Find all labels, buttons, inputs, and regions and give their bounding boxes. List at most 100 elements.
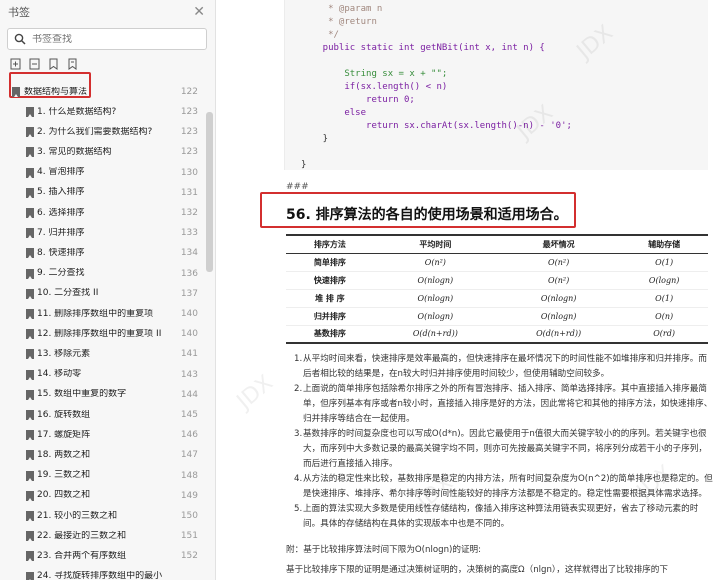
table-cell: O(nlogn) — [496, 307, 621, 326]
note-number: 5. — [294, 504, 303, 514]
bookmark-icon — [26, 329, 34, 340]
bookmark-label: 18. 两数之和 — [37, 449, 91, 460]
bookmark-item[interactable]: 10. 二分查找 II 137 — [0, 284, 206, 304]
table-cell: 基数排序 — [286, 325, 374, 344]
bookmark-label: 14. 移动零 — [37, 369, 82, 380]
table-cell: O(n²) — [373, 253, 497, 272]
bookmark-item[interactable]: 6. 选择排序 132 — [0, 203, 206, 223]
bookmark-icon — [26, 349, 34, 360]
bookmark-icon — [26, 248, 34, 259]
bookmark-label: 10. 二分查找 II — [37, 288, 99, 299]
bookmark-list: 数据结构与算法 122 1. 什么是数据结构? 123 2. 为什么我们需要数据结构… — [0, 80, 206, 580]
note-item: 3. 基数排序的时间复杂度也可以写成O(d*n)。因此它最使用于n值很大而关键字较… — [294, 427, 714, 472]
bookmark-search[interactable] — [7, 28, 207, 50]
bookmark-item[interactable]: 9. 二分查找 136 — [0, 264, 206, 284]
code-line: if(sx.length() < n) — [301, 82, 448, 92]
document-page: * @param n * @return */ public static in… — [216, 0, 720, 580]
bookmark-page: 130 — [180, 167, 198, 178]
add-bookmark-icon[interactable] — [48, 58, 59, 70]
table-row: 基数排序 O(d(n+rd)) O(d(n+rd)) O(rd) — [286, 325, 708, 344]
bookmark-item[interactable]: 11. 删除排序数组中的重复项 140 — [0, 304, 206, 324]
bookmark-label: 3. 常见的数据结构 — [37, 146, 112, 157]
bookmark-page: 134 — [180, 248, 198, 259]
bookmark-item[interactable]: 21. 较小的三数之和 150 — [0, 506, 206, 526]
note-number: 1. — [294, 354, 303, 364]
bookmark-item[interactable]: 2. 为什么我们需要数据结构? 123 — [0, 122, 206, 142]
bookmark-label: 2. 为什么我们需要数据结构? — [37, 126, 153, 137]
note-text: 上面的算法实现大多数是使用线性存储结构，像插入排序这种算法用链表实现更好，省去了… — [303, 504, 699, 529]
bookmark-label: 23. 合并两个有序数组 — [37, 550, 127, 561]
bookmark-label: 17. 螺旋矩阵 — [37, 429, 91, 440]
watermark: JDX — [232, 370, 279, 415]
expand-all-icon[interactable] — [10, 58, 21, 70]
bookmark-icon — [26, 268, 34, 279]
bookmark-item[interactable]: 22. 最接近的三数之和 151 — [0, 526, 206, 546]
bookmark-search-input[interactable] — [32, 33, 202, 45]
table-cell: O(1) — [620, 253, 708, 272]
sidebar-title: 书签 — [8, 6, 30, 19]
table-body: 简单排序 O(n²) O(n²) O(1) 快速排序 O(nlogn) O(n²) O(log… — [286, 253, 708, 344]
bookmark-root[interactable]: 数据结构与算法 122 — [0, 82, 206, 102]
code-line: String sx = x + ""; — [301, 69, 448, 79]
code-line: public static int getNBit(int x, int n) … — [301, 43, 545, 53]
bookmark-page: 141 — [180, 349, 198, 360]
note-text: 上面说的简单排序包括除希尔排序之外的所有冒泡排序、插入排序、简单选择排序。其中直… — [303, 384, 713, 424]
bookmark-options-icon[interactable] — [67, 58, 78, 70]
bookmark-label: 24. 寻找旋转排序数组中的最小 — [37, 571, 163, 580]
bookmark-icon — [26, 369, 34, 380]
close-icon[interactable]: ✕ — [193, 5, 205, 19]
table-cell: O(nlogn) — [496, 289, 621, 308]
bookmark-item[interactable]: 5. 插入排序 131 — [0, 183, 206, 203]
bookmark-icon — [12, 87, 20, 97]
bookmark-item[interactable]: 16. 旋转数组 145 — [0, 405, 206, 425]
bookmark-item[interactable]: 4. 冒泡排序 130 — [0, 163, 206, 183]
table-cell: O(1) — [620, 289, 708, 308]
bookmark-icon — [26, 389, 34, 400]
bookmark-page: 147 — [180, 450, 198, 461]
bookmark-icon — [26, 309, 34, 319]
bookmark-page: 146 — [180, 430, 198, 441]
sidebar-scrollbar[interactable] — [206, 112, 213, 272]
bookmark-page: 123 — [180, 147, 198, 158]
collapse-all-icon[interactable] — [29, 58, 40, 70]
table-cell: O(d(n+rd)) — [496, 325, 621, 344]
bookmark-item[interactable]: 3. 常见的数据结构 123 — [0, 142, 206, 162]
bookmark-item[interactable]: 17. 螺旋矩阵 146 — [0, 425, 206, 445]
bookmark-item[interactable]: 23. 合并两个有序数组 152 — [0, 546, 206, 566]
bookmark-icon — [26, 511, 34, 521]
bookmark-label: 16. 旋转数组 — [37, 409, 91, 420]
bookmark-item[interactable]: 14. 移动零 143 — [0, 365, 206, 385]
section-title: 56. 排序算法的各自的使用场景和适用场合。 — [286, 207, 568, 223]
bookmark-page: 151 — [180, 531, 198, 542]
bookmark-toolbar — [10, 58, 78, 70]
bookmark-item[interactable]: 19. 三数之和 148 — [0, 466, 206, 486]
bookmark-icon — [26, 147, 34, 158]
bookmark-page: 145 — [180, 410, 198, 420]
code-line: * @return — [301, 17, 377, 27]
bookmark-icon — [26, 490, 34, 501]
code-block: * @param n * @return */ public static in… — [284, 0, 708, 170]
bookmark-page: 123 — [180, 127, 198, 138]
appendix-line: 附：基于比较排序算法时间下限为O(nlogn)的证明: — [286, 545, 482, 555]
table-row: 快速排序 O(nlogn) O(n²) O(logn) — [286, 271, 708, 290]
note-item: 2. 上面说的简单排序包括除希尔排序之外的所有冒泡排序、插入排序、简单选择排序。其… — [294, 382, 714, 427]
table-cell: O(nlogn) — [373, 271, 497, 290]
bookmark-item[interactable]: 12. 删除排序数组中的重复项 II 140 — [0, 324, 206, 344]
bookmark-page: 122 — [180, 87, 198, 97]
bookmark-item[interactable]: 7. 归并排序 133 — [0, 223, 206, 243]
bookmark-item[interactable]: 18. 两数之和 147 — [0, 445, 206, 465]
note-number: 4. — [294, 474, 303, 484]
bookmark-item[interactable]: 13. 移除元素 141 — [0, 344, 206, 364]
bookmark-icon — [26, 410, 34, 420]
bookmark-item[interactable]: 15. 数组中重复的数字 144 — [0, 385, 206, 405]
bookmark-page: 143 — [180, 369, 198, 380]
bookmark-label: 12. 删除排序数组中的重复项 II — [37, 328, 162, 339]
bookmark-label: 5. 插入排序 — [37, 187, 85, 198]
bookmark-item[interactable]: 20. 四数之和 149 — [0, 486, 206, 506]
bookmark-item[interactable]: 8. 快速排序 134 — [0, 243, 206, 263]
bookmark-item[interactable]: 24. 寻找旋转排序数组中的最小 — [0, 567, 206, 580]
bookmark-label: 8. 快速排序 — [37, 247, 85, 258]
bookmark-item[interactable]: 1. 什么是数据结构? 123 — [0, 102, 206, 122]
code-line: } — [301, 160, 307, 170]
